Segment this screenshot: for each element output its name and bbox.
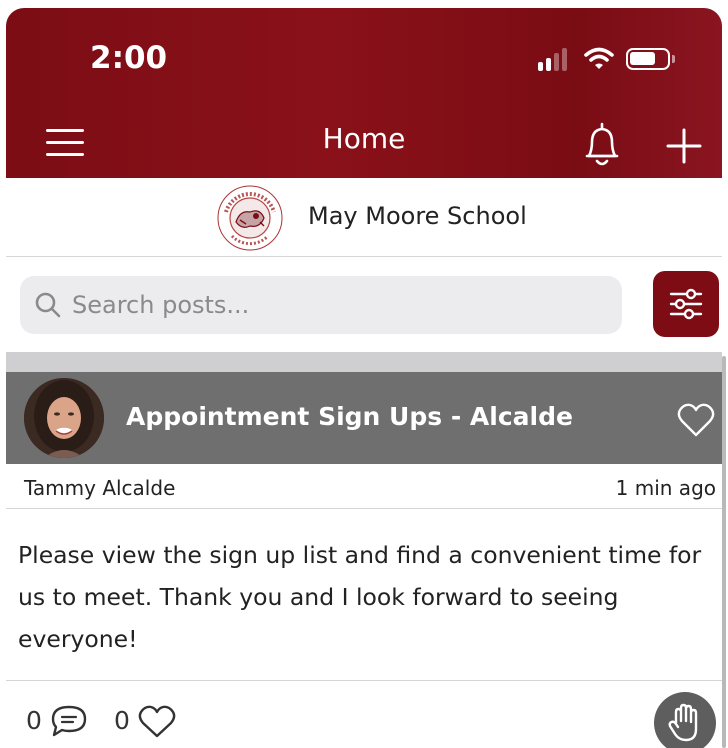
raised-hand-icon [668,703,698,742]
scrollbar[interactable] [722,356,726,748]
notifications-button[interactable] [580,120,624,170]
search-icon [35,292,61,318]
author-avatar [24,378,104,458]
status-icons [538,44,675,74]
search-bar [20,276,622,334]
bell-icon [585,122,619,166]
app-screen: 2:00 Home May Moore School Search posts.… [0,0,728,748]
favorite-button[interactable] [676,402,716,438]
app-header: 2:00 Home [6,8,722,178]
battery-icon [626,48,675,70]
post-title: Appointment Sign Ups - Alcalde [126,402,573,431]
heart-outline-icon [677,403,715,437]
add-post-button[interactable] [662,124,706,168]
status-time: 2:00 [90,40,168,76]
raise-hand-button[interactable] [654,692,716,748]
post-timestamp: 1 min ago [615,476,716,500]
comment-bubble-icon [51,705,87,737]
heart-icon [138,705,176,738]
post-author: Tammy Alcalde [24,476,176,500]
actions-divider [6,680,722,681]
school-name: May Moore School [308,202,527,230]
battery-level [630,52,655,65]
wifi-icon [584,47,614,69]
cellular-signal-icon [538,47,570,71]
post-body: Please view the sign up list and find a … [18,541,702,653]
post-header[interactable]: Appointment Sign Ups - Alcalde [6,372,722,464]
comment-button[interactable] [48,702,90,740]
filter-button[interactable] [653,271,719,337]
sliders-icon [669,288,703,320]
like-count: 0 [114,706,130,735]
comment-count: 0 [26,706,42,735]
school-selector[interactable]: May Moore School [6,178,722,257]
post-meta: Tammy Alcalde 1 min ago [6,464,722,509]
like-button[interactable] [136,704,178,740]
search-input[interactable] [72,276,602,334]
section-divider [6,352,722,372]
school-logo-icon [217,185,283,251]
plus-icon [666,128,702,164]
